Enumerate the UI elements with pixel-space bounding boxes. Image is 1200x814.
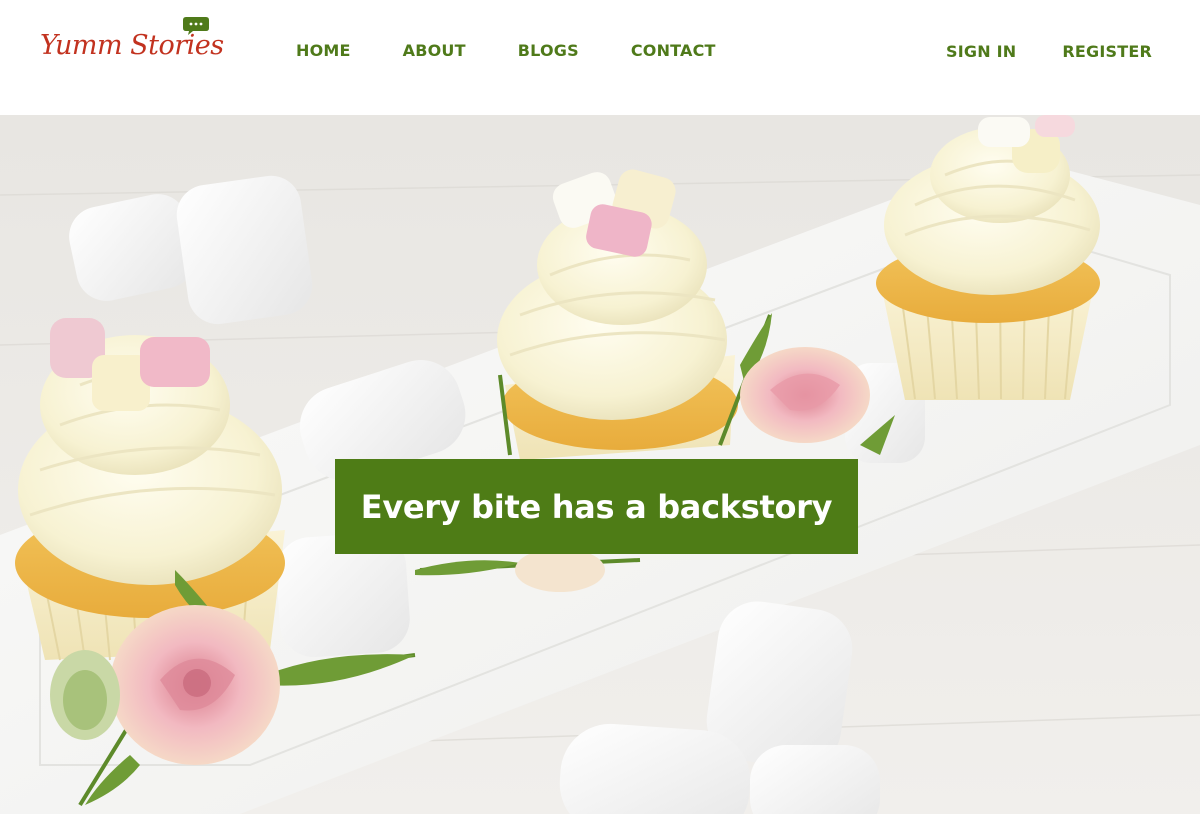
nav-contact-link[interactable]: CONTACT: [631, 38, 716, 64]
site-header: Yumm Stories HOME ABOUT BLOGS CONTACT SI…: [0, 0, 1200, 115]
nav-blogs-link[interactable]: BLOGS: [518, 38, 579, 64]
chat-bubble-icon: [183, 17, 209, 35]
hero-section: Every bite has a backstory: [0, 115, 1200, 814]
hero-tagline-banner: Every bite has a backstory: [335, 459, 858, 554]
brand-logo[interactable]: Yumm Stories: [38, 16, 228, 76]
register-link[interactable]: REGISTER: [1062, 39, 1152, 65]
hero-tagline: Every bite has a backstory: [360, 487, 833, 526]
nav-home-link[interactable]: HOME: [296, 38, 351, 64]
nav-about-link[interactable]: ABOUT: [403, 38, 466, 64]
sign-in-link[interactable]: SIGN IN: [946, 39, 1016, 65]
auth-links: SIGN IN REGISTER: [946, 39, 1152, 65]
main-nav: HOME ABOUT BLOGS CONTACT: [296, 38, 768, 64]
